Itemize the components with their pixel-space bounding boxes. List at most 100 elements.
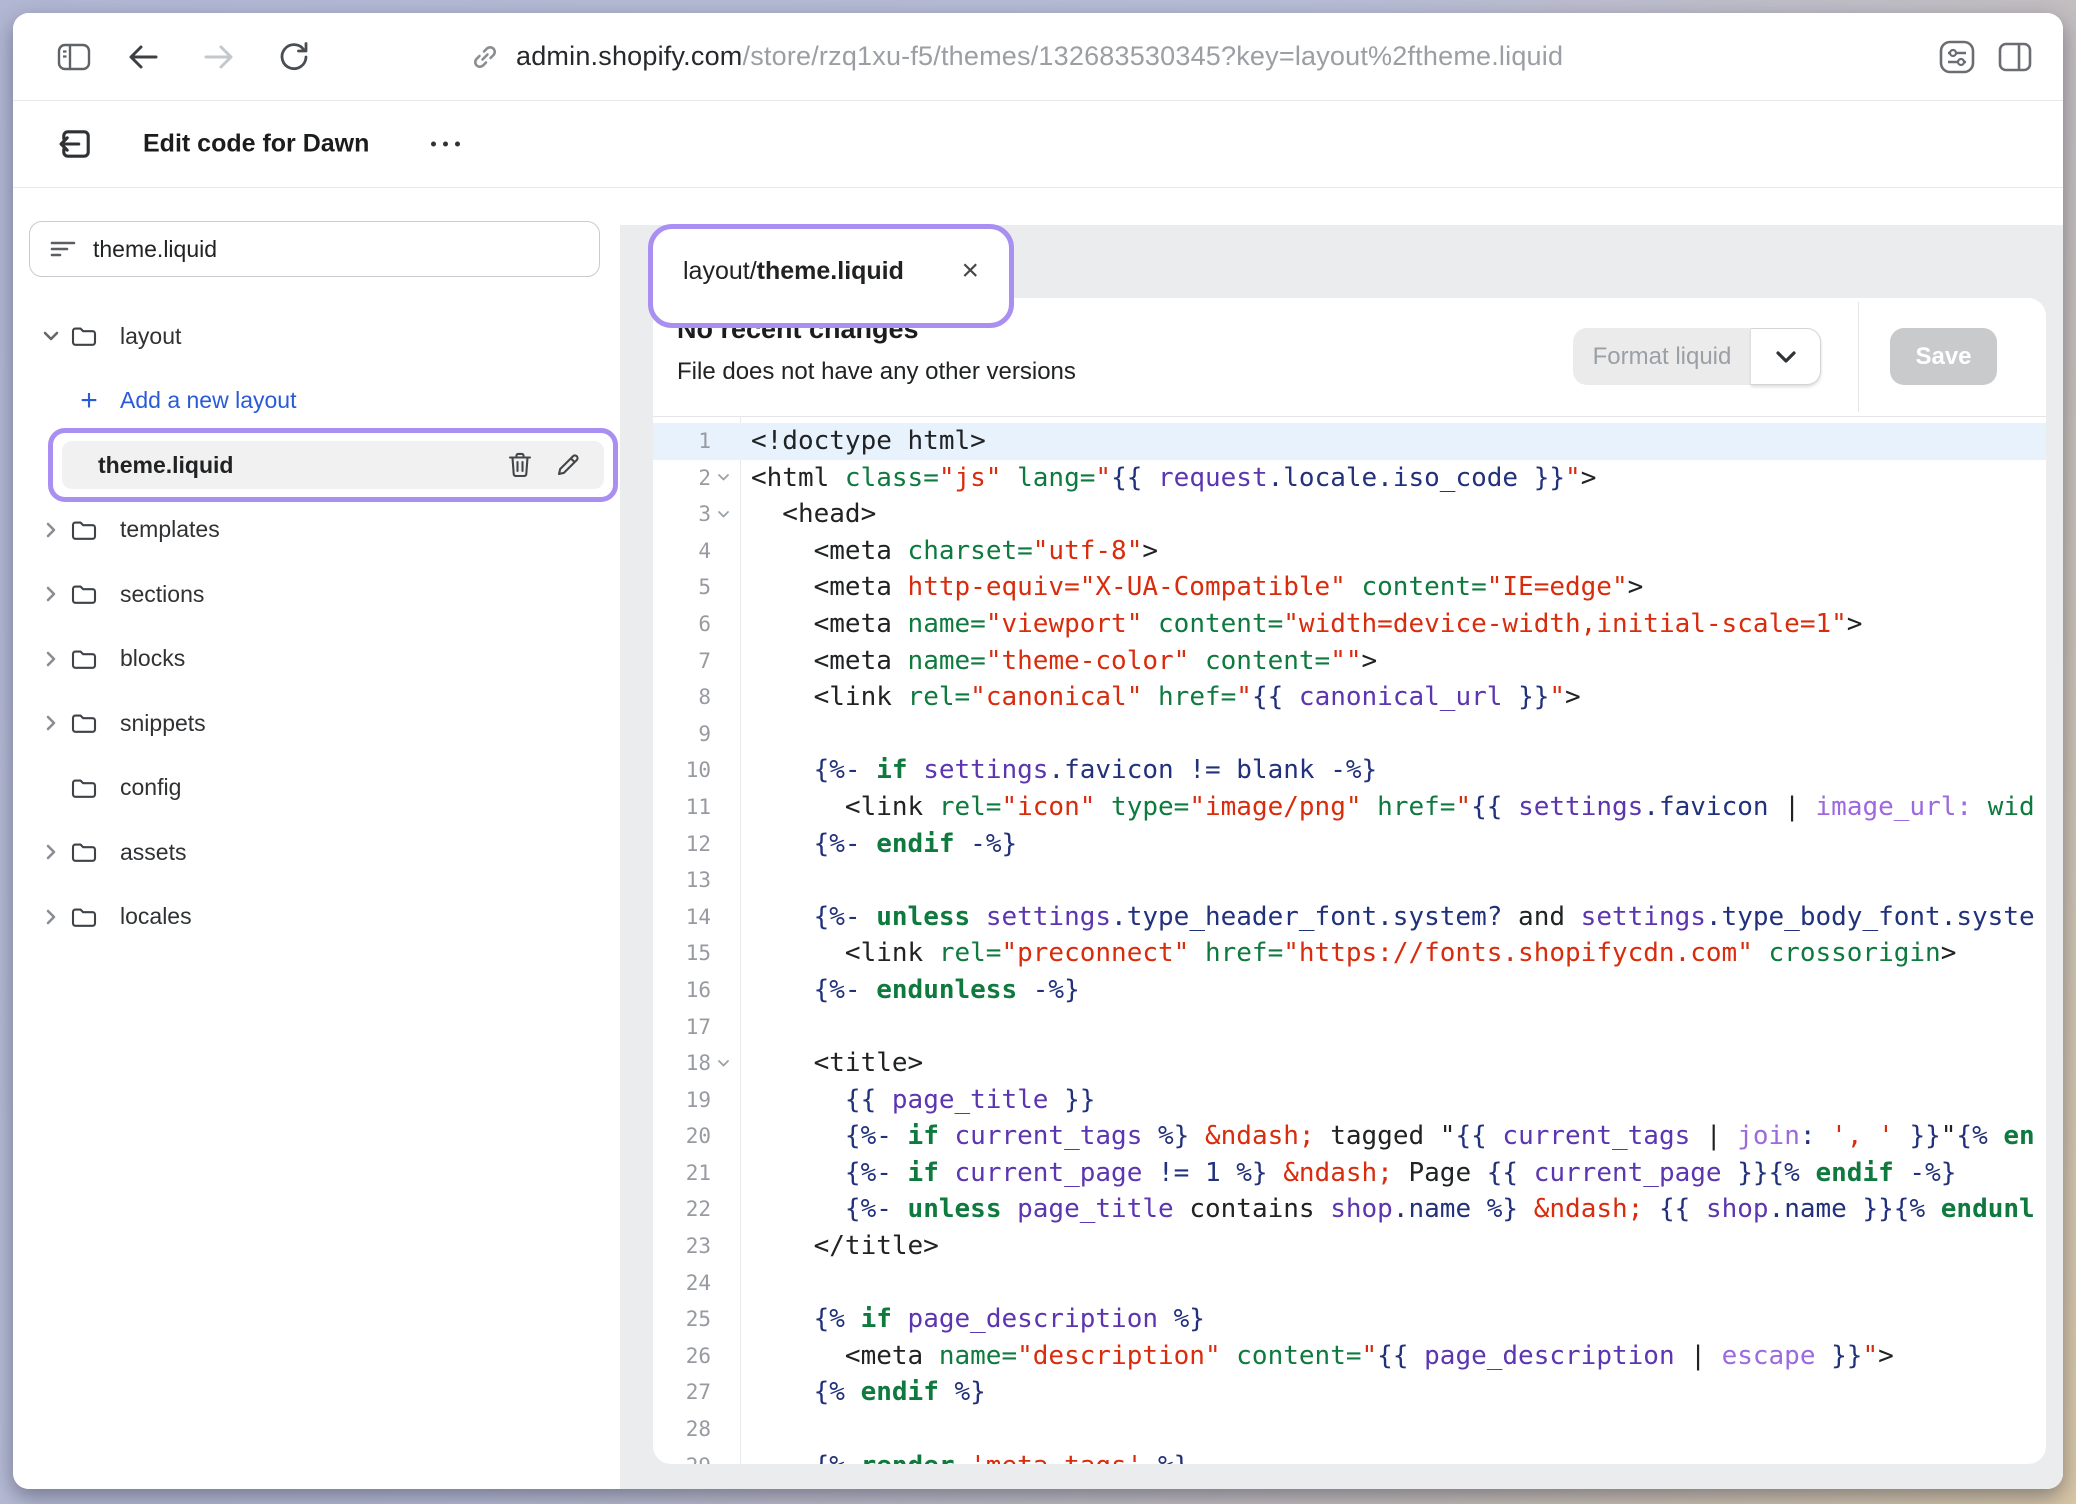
code-text — [740, 1009, 2046, 1046]
code-line-18[interactable]: 18 <title> — [653, 1045, 2046, 1082]
chevron-right-icon[interactable] — [40, 520, 62, 540]
fold-toggle-icon[interactable] — [714, 460, 732, 497]
code-line-10[interactable]: 10 {%- if settings.favicon != blank -%} — [653, 752, 2046, 789]
code-line-24[interactable]: 24 — [653, 1265, 2046, 1302]
code-line-12[interactable]: 12 {%- endif -%} — [653, 826, 2046, 863]
code-line-9[interactable]: 9 — [653, 716, 2046, 753]
forward-icon[interactable] — [203, 43, 235, 71]
code-text: <link rel="canonical" href="{{ canonical… — [740, 679, 2046, 716]
sidebar-item-theme-liquid: theme.liquid — [13, 433, 620, 498]
fold-toggle-icon[interactable] — [714, 1045, 732, 1082]
code-line-16[interactable]: 16 {%- endunless -%} — [653, 972, 2046, 1009]
format-liquid-button[interactable]: Format liquid — [1573, 328, 1821, 385]
sidebar-toggle-icon[interactable] — [57, 42, 91, 72]
code-editor[interactable]: 1<!doctype html>2<html class="js" lang="… — [653, 416, 2046, 1464]
format-options-chevron[interactable] — [1751, 328, 1821, 385]
editor-main: layout/theme.liquid × No recent changes … — [620, 188, 2063, 1489]
code-text: {%- if current_tags %} &ndash; tagged "{… — [740, 1118, 2046, 1155]
browser-chrome: admin.shopify.com/store/rzq1xu-f5/themes… — [13, 13, 2063, 101]
back-icon[interactable] — [127, 43, 159, 71]
sidebar-item-sections[interactable]: sections — [13, 562, 620, 627]
sidebar-item-layout[interactable]: layout — [13, 304, 620, 369]
folder-icon — [70, 324, 98, 348]
more-actions-button[interactable] — [421, 132, 470, 157]
code-text: {%- if current_page != 1 %} &ndash; Page… — [740, 1155, 2046, 1192]
address-bar[interactable]: admin.shopify.com/store/rzq1xu-f5/themes… — [516, 41, 1563, 72]
reload-icon[interactable] — [277, 40, 311, 74]
chevron-right-icon[interactable] — [40, 713, 62, 733]
file-label: theme.liquid — [98, 452, 233, 479]
tab-theme-liquid[interactable]: layout/theme.liquid × — [653, 229, 1009, 313]
code-line-5[interactable]: 5 <meta http-equiv="X-UA-Compatible" con… — [653, 569, 2046, 606]
file-search[interactable] — [29, 221, 600, 277]
code-line-21[interactable]: 21 {%- if current_page != 1 %} &ndash; P… — [653, 1155, 2046, 1192]
code-text: <meta name="theme-color" content=""> — [740, 643, 2046, 680]
code-line-19[interactable]: 19 {{ page_title }} — [653, 1082, 2046, 1119]
code-text: <title> — [740, 1045, 2046, 1082]
app-header: Edit code for Dawn Preview store — [13, 101, 2063, 188]
sidebar-item-templates[interactable]: templates — [13, 498, 620, 563]
rename-file-icon[interactable] — [544, 452, 592, 478]
sidebar-item-config[interactable]: config — [13, 756, 620, 821]
chevron-right-icon[interactable] — [40, 907, 62, 927]
code-line-23[interactable]: 23 </title> — [653, 1228, 2046, 1265]
code-line-7[interactable]: 7 <meta name="theme-color" content=""> — [653, 643, 2046, 680]
code-line-17[interactable]: 17 — [653, 1009, 2046, 1046]
code-line-4[interactable]: 4 <meta charset="utf-8"> — [653, 533, 2046, 570]
sidebar-item-add-a-new-layout[interactable]: +Add a new layout — [13, 369, 620, 434]
code-line-13[interactable]: 13 — [653, 862, 2046, 899]
page-settings-icon[interactable] — [1937, 39, 1977, 75]
line-number: 13 — [653, 862, 740, 899]
code-line-20[interactable]: 20 {%- if current_tags %} &ndash; tagged… — [653, 1118, 2046, 1155]
code-line-25[interactable]: 25 {% if page_description %} — [653, 1301, 2046, 1338]
panel-right-icon[interactable] — [1997, 41, 2033, 73]
active-tab-focus-ring: layout/theme.liquid × — [648, 224, 1014, 328]
sidebar-item-snippets[interactable]: snippets — [13, 691, 620, 756]
tree-label: blocks — [120, 645, 185, 672]
selected-file[interactable]: theme.liquid — [62, 441, 604, 489]
code-line-6[interactable]: 6 <meta name="viewport" content="width=d… — [653, 606, 2046, 643]
code-line-8[interactable]: 8 <link rel="canonical" href="{{ canonic… — [653, 679, 2046, 716]
tree-label: sections — [120, 581, 204, 608]
folder-icon — [70, 647, 98, 671]
line-number: 7 — [653, 643, 740, 680]
folder-icon — [70, 905, 98, 929]
code-line-29[interactable]: 29 {% render 'meta-tags' %} — [653, 1448, 2046, 1464]
code-line-2[interactable]: 2<html class="js" lang="{{ request.local… — [653, 460, 2046, 497]
fold-toggle-icon[interactable] — [714, 496, 732, 533]
line-number: 19 — [653, 1082, 740, 1119]
code-line-22[interactable]: 22 {%- unless page_title contains shop.n… — [653, 1191, 2046, 1228]
code-line-3[interactable]: 3 <head> — [653, 496, 2046, 533]
code-line-11[interactable]: 11 <link rel="icon" type="image/png" hre… — [653, 789, 2046, 826]
close-tab-icon[interactable]: × — [955, 252, 985, 290]
tree-label: assets — [120, 839, 186, 866]
chevron-down-icon[interactable] — [40, 329, 62, 343]
sidebar-item-blocks[interactable]: blocks — [13, 627, 620, 692]
search-input[interactable] — [91, 235, 593, 264]
code-line-15[interactable]: 15 <link rel="preconnect" href="https://… — [653, 935, 2046, 972]
file-sidebar: layout+Add a new layout theme.liquid templ… — [13, 188, 620, 1489]
sidebar-item-locales[interactable]: locales — [13, 885, 620, 950]
sidebar-item-assets[interactable]: assets — [13, 820, 620, 885]
chevron-right-icon[interactable] — [40, 649, 62, 669]
line-number: 10 — [653, 752, 740, 789]
code-line-27[interactable]: 27 {% endif %} — [653, 1374, 2046, 1411]
save-button[interactable]: Save — [1890, 328, 1997, 385]
line-number: 23 — [653, 1228, 740, 1265]
chevron-right-icon[interactable] — [40, 842, 62, 862]
code-lines: 1<!doctype html>2<html class="js" lang="… — [653, 423, 2046, 1464]
chevron-right-icon[interactable] — [40, 584, 62, 604]
code-line-14[interactable]: 14 {%- unless settings.type_header_font.… — [653, 899, 2046, 936]
code-line-26[interactable]: 26 <meta name="description" content="{{ … — [653, 1338, 2046, 1375]
code-line-1[interactable]: 1<!doctype html> — [653, 423, 2046, 460]
status-subtitle: File does not have any other versions — [677, 358, 1076, 386]
code-text: {% render 'meta-tags' %} — [740, 1448, 2046, 1464]
line-number: 4 — [653, 533, 740, 570]
folder-icon — [70, 582, 98, 606]
line-number: 29 — [653, 1448, 740, 1464]
exit-editor-icon[interactable] — [57, 125, 95, 163]
code-text: <meta http-equiv="X-UA-Compatible" conte… — [740, 569, 2046, 606]
code-line-28[interactable]: 28 — [653, 1411, 2046, 1448]
code-text: <meta name="description" content="{{ pag… — [740, 1338, 2046, 1375]
delete-file-icon[interactable] — [496, 451, 544, 479]
